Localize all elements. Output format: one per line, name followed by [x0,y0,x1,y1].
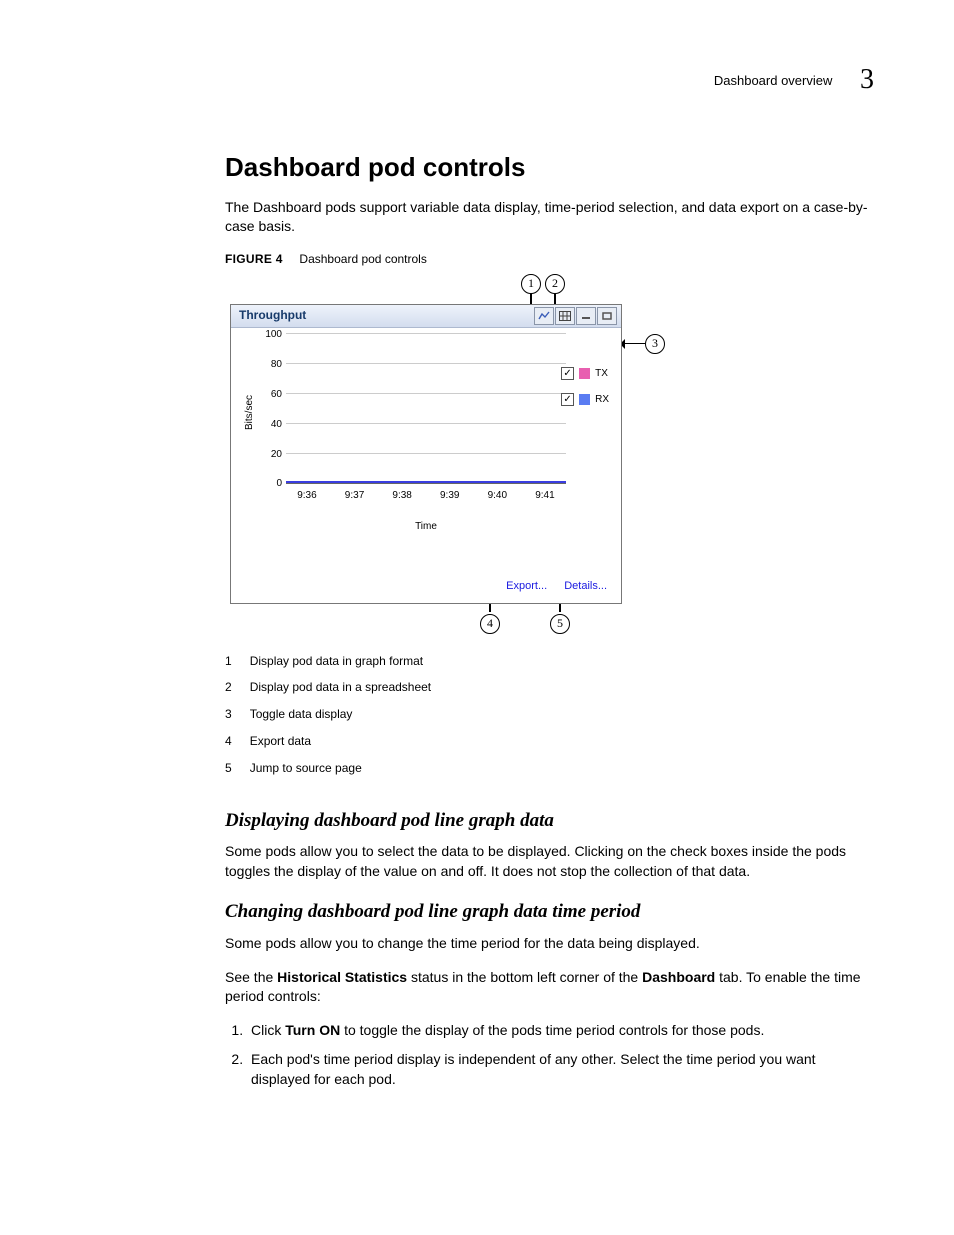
legend-text: Display pod data in graph format [250,648,449,675]
x-tick: 9:39 [440,489,459,503]
body-paragraph: Some pods allow you to select the data t… [225,842,874,881]
breadcrumb: Dashboard overview [714,73,833,88]
callout-2: 2 [545,274,565,294]
callout-4: 4 [480,614,500,634]
section-heading: Displaying dashboard pod line graph data [225,808,874,835]
minimize-icon[interactable] [576,307,596,325]
details-link[interactable]: Details... [564,580,607,592]
step-item: Click Turn ON to toggle the display of t… [247,1021,874,1041]
x-tick: 9:41 [535,489,554,503]
legend-text: Jump to source page [250,755,449,782]
figure-legend-list: 1Display pod data in graph format 2Displ… [225,648,449,782]
data-line [286,481,566,483]
legend-num: 1 [225,648,250,675]
graph-view-icon[interactable] [534,307,554,325]
legend-text: Display pod data in a spreadsheet [250,674,449,701]
x-tick: 9:40 [488,489,507,503]
figure-label: FIGURE 4 [225,252,283,266]
legend-label-rx: RX [595,393,609,407]
legend-num: 5 [225,755,250,782]
chapter-number: 3 [860,64,874,95]
y-tick: 60 [256,388,282,402]
legend-num: 2 [225,674,250,701]
figure: 1 2 3 4 5 Throughput [225,274,665,634]
pod-title: Throughput [239,307,533,324]
export-link[interactable]: Export... [506,580,547,592]
y-tick: 100 [256,328,282,342]
spreadsheet-view-icon[interactable] [555,307,575,325]
intro-paragraph: The Dashboard pods support variable data… [225,198,874,237]
y-tick: 40 [256,418,282,432]
legend-swatch-rx [579,394,590,405]
step-item: Each pod's time period display is indepe… [247,1050,874,1089]
legend-text: Toggle data display [250,701,449,728]
page-title: Dashboard pod controls [225,149,874,185]
callout-5: 5 [550,614,570,634]
legend-checkbox-tx[interactable]: ✓ [561,367,574,380]
legend-text: Export data [250,728,449,755]
callout-arrow [623,343,645,345]
section-heading: Changing dashboard pod line graph data t… [225,899,874,926]
y-tick: 80 [256,358,282,372]
y-tick: 0 [256,477,282,491]
figure-caption: FIGURE 4 Dashboard pod controls [225,251,874,268]
steps-list: Click Turn ON to toggle the display of t… [225,1021,874,1090]
legend-num: 3 [225,701,250,728]
figure-title: Dashboard pod controls [299,252,426,266]
x-axis-label: Time [231,520,621,534]
legend-checkbox-rx[interactable]: ✓ [561,393,574,406]
callout-1: 1 [521,274,541,294]
callout-3: 3 [645,334,665,354]
legend-label-tx: TX [595,367,608,381]
restore-icon[interactable] [597,307,617,325]
x-tick: 9:36 [297,489,316,503]
chart-legend: ✓ TX ✓ RX [561,367,609,419]
page-header: Dashboard overview 3 [115,60,874,99]
pod-titlebar: Throughput [231,305,621,328]
legend-swatch-tx [579,368,590,379]
x-tick: 9:38 [392,489,411,503]
y-tick: 20 [256,448,282,462]
x-tick: 9:37 [345,489,364,503]
legend-num: 4 [225,728,250,755]
y-axis-label: Bits/sec [243,395,257,430]
body-paragraph: See the Historical Statistics status in … [225,968,874,1007]
body-paragraph: Some pods allow you to change the time p… [225,934,874,954]
